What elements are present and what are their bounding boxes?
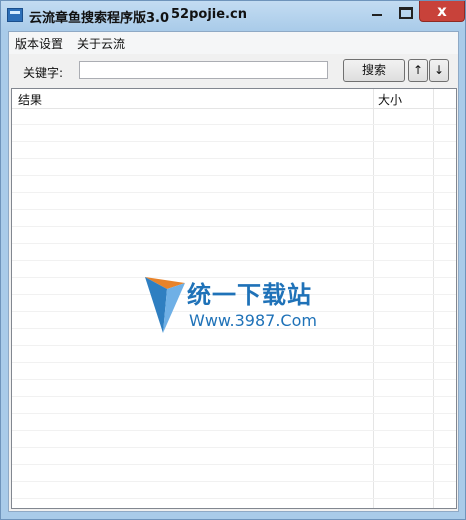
column-header-result[interactable]: 结果 <box>18 91 42 108</box>
results-list[interactable]: 结果 大小 统一下载站 Www.3987.Com <box>11 88 457 509</box>
move-up-button[interactable]: ↑ <box>408 59 428 82</box>
client-area: 版本设置 关于云流 关键字: 搜索 ↑ ↓ 结果 大小 统一下载站 Www.39… <box>8 31 459 512</box>
move-down-button[interactable]: ↓ <box>429 59 449 82</box>
watermark-logo-icon <box>145 277 185 333</box>
close-icon: x <box>437 2 447 20</box>
search-button[interactable]: 搜索 <box>343 59 405 82</box>
menu-version-settings[interactable]: 版本设置 <box>15 35 63 52</box>
keyword-input[interactable] <box>79 61 328 79</box>
maximize-button[interactable] <box>391 1 419 22</box>
window-title-site: 52pojie.cn <box>171 7 247 22</box>
app-window: 云流章鱼搜索程序版3.0 52pojie.cn x 版本设置 关于云流 关键字:… <box>0 0 466 520</box>
watermark: 统一下载站 Www.3987.Com <box>143 275 323 345</box>
minimize-button[interactable] <box>363 1 391 22</box>
title-bar[interactable]: 云流章鱼搜索程序版3.0 52pojie.cn x <box>1 1 465 31</box>
close-button[interactable]: x <box>419 1 465 22</box>
keyword-label: 关键字: <box>23 66 64 80</box>
window-title: 云流章鱼搜索程序版3.0 <box>29 11 170 26</box>
watermark-title: 统一下载站 <box>187 281 312 309</box>
menu-about[interactable]: 关于云流 <box>77 35 125 52</box>
list-header: 结果 大小 <box>12 89 456 109</box>
watermark-url: Www.3987.Com <box>189 311 317 330</box>
column-header-size[interactable]: 大小 <box>378 91 402 108</box>
menu-bar: 版本设置 关于云流 <box>9 32 458 54</box>
app-icon <box>7 8 23 22</box>
